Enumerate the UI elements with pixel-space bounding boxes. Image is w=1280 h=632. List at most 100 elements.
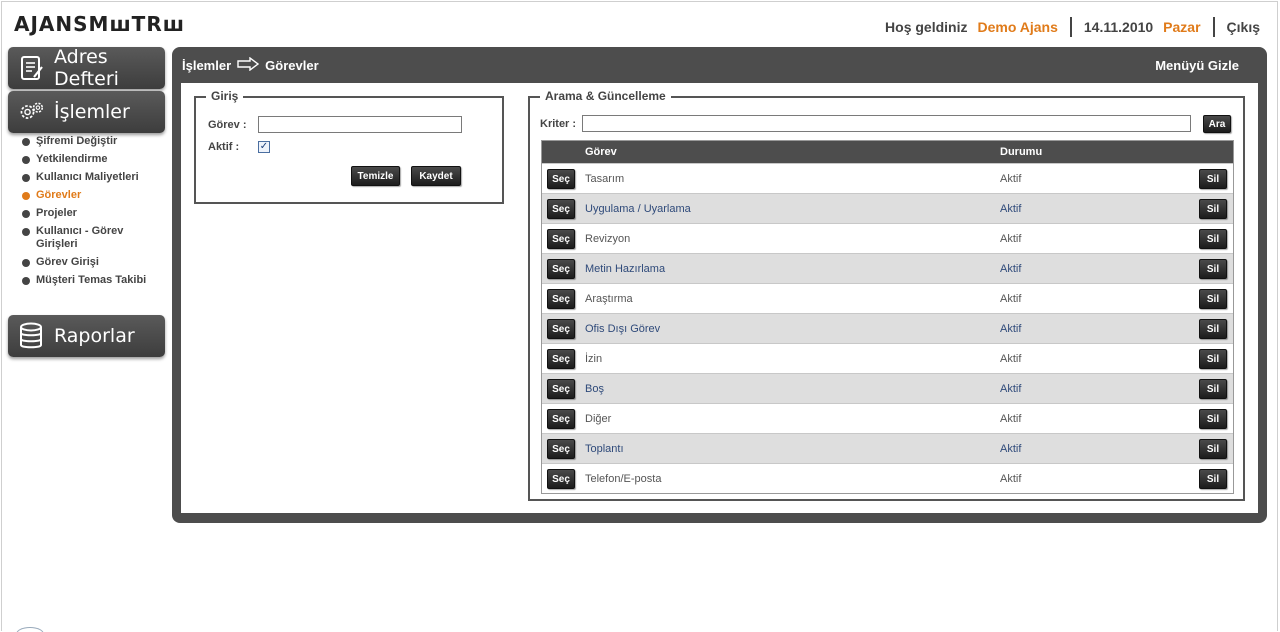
panel-body: Giriş Görev : Aktif : ✓ Temizle Kaydet A… [181, 83, 1258, 513]
cell-durum: Aktif [1000, 293, 1022, 305]
bullet-icon [22, 138, 30, 146]
delete-button[interactable]: Sil [1199, 259, 1227, 279]
divider [1212, 17, 1215, 37]
search-button[interactable]: Ara [1203, 115, 1231, 133]
select-button[interactable]: Seç [547, 229, 575, 249]
submenu-label: Yetkilendirme [36, 153, 108, 165]
delete-button[interactable]: Sil [1199, 349, 1227, 369]
select-button[interactable]: Seç [547, 259, 575, 279]
cell-gorev: Revizyon [585, 233, 631, 245]
cell-gorev: Boş [585, 383, 604, 395]
top-bar: Hoş geldiniz Demo Ajans 14.11.2010 Pazar… [885, 17, 1260, 37]
current-date: 14.11.2010 [1083, 19, 1154, 35]
submenu-item-gorevler[interactable]: Görevler [22, 189, 162, 202]
kriter-input[interactable] [582, 115, 1191, 132]
sidebar-item-islemler[interactable]: İşlemler [8, 91, 165, 133]
submenu-label: Görev Girişi [36, 256, 99, 268]
table-row: Seç Metin Hazırlama Aktif Sil [542, 253, 1233, 283]
breadcrumb: İşlemler Görevler [182, 56, 319, 74]
select-button[interactable]: Seç [547, 469, 575, 489]
bullet-icon [22, 156, 30, 164]
table-row: Seç İzin Aktif Sil [542, 343, 1233, 373]
gears-icon [18, 99, 44, 125]
delete-button[interactable]: Sil [1199, 409, 1227, 429]
gorev-input[interactable] [258, 116, 462, 133]
sidebar-item-adres-defteri[interactable]: Adres Defteri [8, 46, 165, 90]
clear-button[interactable]: Temizle [351, 166, 400, 186]
delete-button[interactable]: Sil [1199, 199, 1227, 219]
submenu-item-kullanici-gorev[interactable]: Kullanıcı - Görev Girişleri [22, 225, 162, 251]
database-icon [18, 322, 44, 349]
cell-gorev: Telefon/E-posta [585, 473, 662, 485]
cell-gorev: Uygulama / Uyarlama [585, 203, 691, 215]
bullet-icon [22, 277, 30, 285]
table-row: Seç Araştırma Aktif Sil [542, 283, 1233, 313]
select-button[interactable]: Seç [547, 289, 575, 309]
hide-menu-link[interactable]: Menüyü Gizle [1155, 58, 1239, 73]
divider [1069, 17, 1072, 37]
select-button[interactable]: Seç [547, 379, 575, 399]
sidebar-item-raporlar[interactable]: Raporlar [8, 315, 165, 357]
table-row: Seç Boş Aktif Sil [542, 373, 1233, 403]
table-row: Seç Revizyon Aktif Sil [542, 223, 1233, 253]
save-button[interactable]: Kaydet [411, 166, 461, 186]
submenu: Şifremi Değiştir Yetkilendirme Kullanıcı… [22, 135, 162, 292]
cell-durum: Aktif [1000, 233, 1022, 245]
table-row: Seç Diğer Aktif Sil [542, 403, 1233, 433]
submenu-item-gorev-girisi[interactable]: Görev Girişi [22, 256, 162, 269]
gorev-label: Görev : [208, 119, 247, 131]
address-book-icon [18, 55, 44, 81]
submenu-item-musteri-temas[interactable]: Müşteri Temas Takibi [22, 274, 162, 287]
sidebar-item-label: Raporlar [54, 325, 135, 347]
delete-button[interactable]: Sil [1199, 469, 1227, 489]
table-row: Seç Telefon/E-posta Aktif Sil [542, 463, 1233, 493]
bullet-icon [22, 259, 30, 267]
select-button[interactable]: Seç [547, 409, 575, 429]
delete-button[interactable]: Sil [1199, 439, 1227, 459]
select-button[interactable]: Seç [547, 199, 575, 219]
cell-gorev: Metin Hazırlama [585, 263, 666, 275]
cell-gorev: Araştırma [585, 293, 633, 305]
panel-header: İşlemler Görevler Menüyü Gizle [172, 47, 1267, 83]
tasks-table: Görev Durumu Seç Tasarım Aktif Sil Seç Uygula… [541, 140, 1234, 494]
cell-gorev: Diğer [585, 413, 612, 425]
cell-durum: Aktif [1000, 203, 1022, 215]
table-row: Seç Toplantı Aktif Sil [542, 433, 1233, 463]
cell-durum: Aktif [1000, 353, 1022, 365]
entry-legend: Giriş [206, 89, 244, 103]
delete-button[interactable]: Sil [1199, 379, 1227, 399]
bullet-icon [22, 192, 30, 200]
column-header-durum[interactable]: Durumu [1000, 146, 1042, 158]
cell-gorev: Tasarım [585, 173, 625, 185]
submenu-item-sifre[interactable]: Şifremi Değiştir [22, 135, 162, 148]
breadcrumb-root[interactable]: İşlemler [182, 58, 231, 73]
logout-link[interactable]: Çıkış [1227, 19, 1260, 35]
select-button[interactable]: Seç [547, 439, 575, 459]
submenu-item-projeler[interactable]: Projeler [22, 207, 162, 220]
select-button[interactable]: Seç [547, 319, 575, 339]
cell-durum: Aktif [1000, 323, 1022, 335]
welcome-text: Hoş geldiniz [885, 19, 968, 35]
submenu-item-maliyetler[interactable]: Kullanıcı Maliyetleri [22, 171, 162, 184]
cell-gorev: İzin [585, 353, 603, 365]
delete-button[interactable]: Sil [1199, 169, 1227, 189]
kriter-label: Kriter : [540, 118, 577, 130]
delete-button[interactable]: Sil [1199, 319, 1227, 339]
aktif-label: Aktif : [208, 141, 240, 153]
bullet-icon [22, 174, 30, 182]
cell-durum: Aktif [1000, 173, 1022, 185]
user-name-link[interactable]: Demo Ajans [977, 19, 1057, 35]
sidebar-item-label: Adres Defteri [54, 46, 119, 90]
main-panel: İşlemler Görevler Menüyü Gizle Giriş Gör… [172, 47, 1267, 523]
delete-button[interactable]: Sil [1199, 229, 1227, 249]
column-header-gorev[interactable]: Görev [585, 146, 617, 158]
submenu-label: Şifremi Değiştir [36, 135, 118, 147]
delete-button[interactable]: Sil [1199, 289, 1227, 309]
logo[interactable]: AJANSMꟺTRꟺ [14, 12, 185, 36]
select-button[interactable]: Seç [547, 169, 575, 189]
submenu-label: Kullanıcı Maliyetleri [36, 171, 139, 183]
select-button[interactable]: Seç [547, 349, 575, 369]
submenu-label: Projeler [36, 207, 77, 219]
aktif-checkbox[interactable]: ✓ [258, 141, 270, 153]
submenu-item-yetkilendirme[interactable]: Yetkilendirme [22, 153, 162, 166]
